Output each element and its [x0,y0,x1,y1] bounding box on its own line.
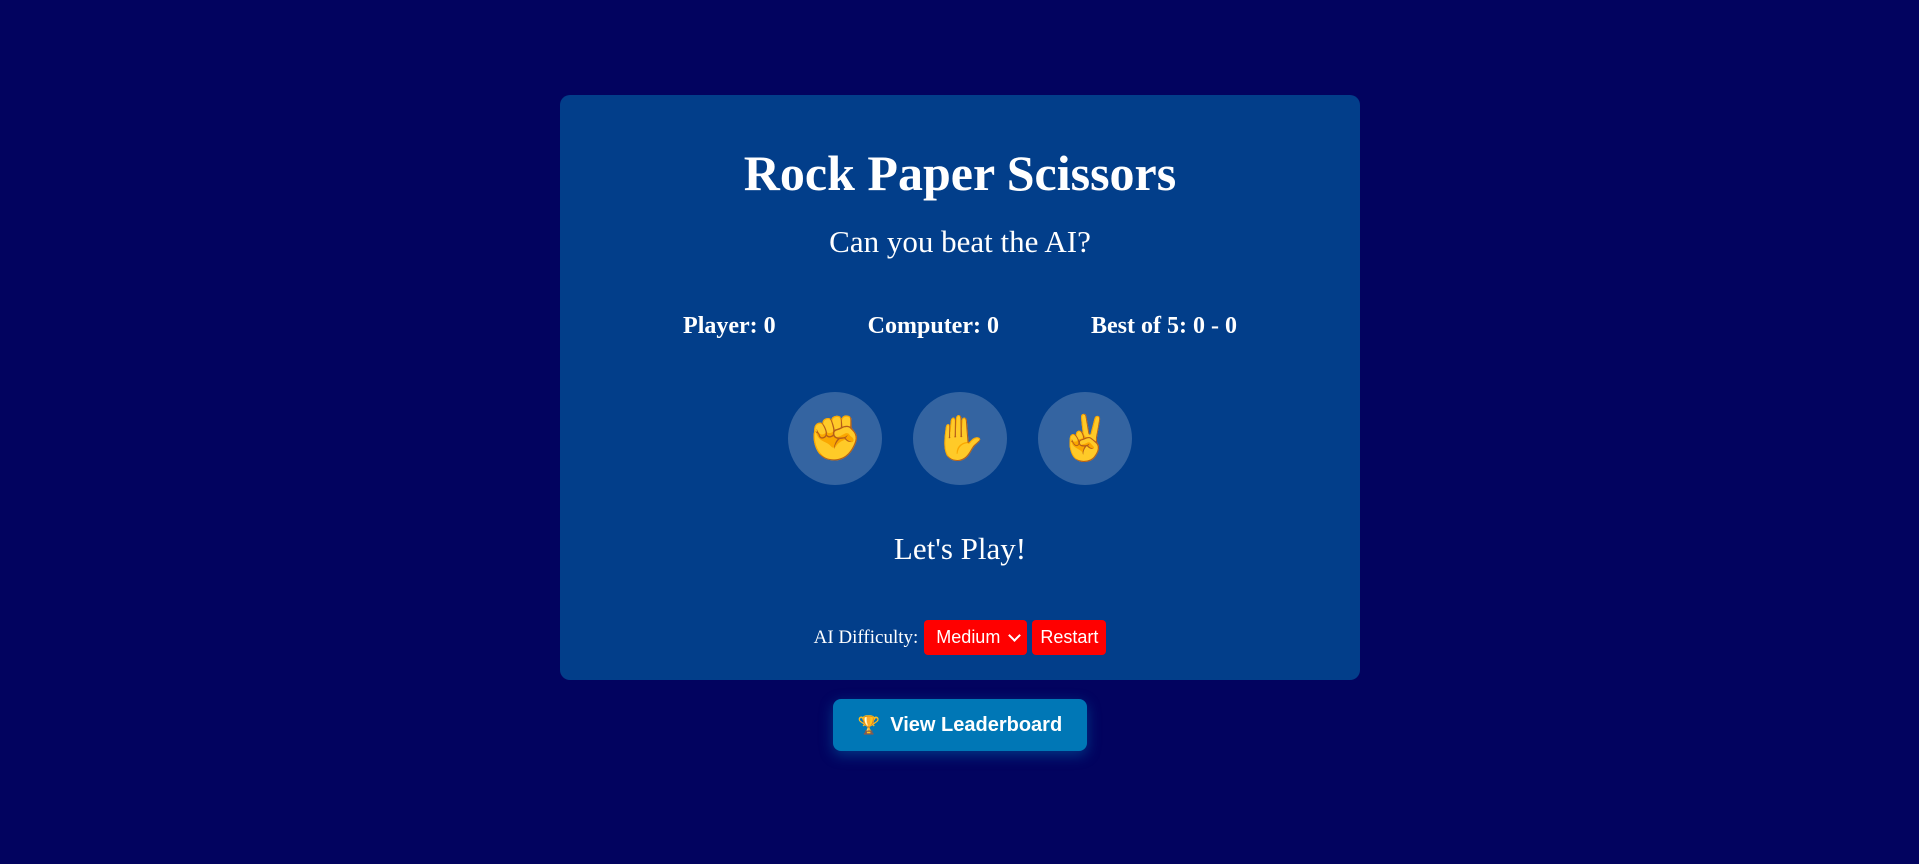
view-leaderboard-button[interactable]: 🏆 View Leaderboard [833,699,1087,751]
game-card: Rock Paper Scissors Can you beat the AI?… [560,95,1360,680]
choice-buttons: ✊ ✋ ✌️ [560,392,1360,485]
player-score: Player: 0 [683,313,776,339]
page-title: Rock Paper Scissors [743,145,1177,201]
computer-score: Computer: 0 [867,313,999,339]
restart-button[interactable]: Restart [1032,620,1107,655]
game-status: Let's Play! [893,531,1027,566]
scissors-button[interactable]: ✌️ [1038,392,1132,485]
game-controls: AI Difficulty: Medium Restart [560,620,1360,655]
difficulty-label: AI Difficulty: [813,626,919,648]
paper-button[interactable]: ✋ [913,392,1007,485]
trophy-icon: 🏆 [857,714,881,736]
best-of-score: Best of 5: 0 - 0 [1090,313,1237,339]
victory-hand-icon: ✌️ [1057,412,1113,464]
rock-button[interactable]: ✊ [788,392,882,485]
chevron-down-icon [1008,628,1022,642]
difficulty-select[interactable]: Medium [924,620,1028,655]
scoreboard: Player: 0 Computer: 0 Best of 5: 0 - 0 [560,312,1360,341]
fist-icon: ✊ [807,412,863,464]
subtitle: Can you beat the AI? [829,224,1091,259]
raised-hand-icon: ✋ [932,412,988,464]
leaderboard-label: View Leaderboard [890,713,1063,736]
page: Rock Paper Scissors Can you beat the AI?… [0,0,1919,864]
difficulty-value: Medium [936,627,1001,647]
